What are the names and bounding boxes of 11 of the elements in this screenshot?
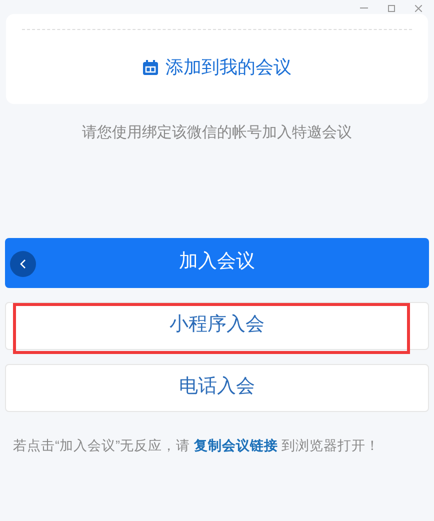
join-option-button[interactable]: 电话入会	[5, 364, 429, 412]
add-to-my-meetings-link[interactable]: 添加到我的会议	[142, 54, 292, 80]
chevron-left-icon	[20, 258, 26, 268]
hint-text: 请您使用绑定该微信的帐号加入特邀会议	[81, 123, 353, 143]
calendar-icon	[142, 60, 158, 74]
join-meeting-button[interactable]: 加入会议	[5, 238, 429, 288]
footer-text: 若点击“加入会议”无反应，请 复制会议链接 到浏览器打开！	[12, 436, 381, 454]
maximize-icon[interactable]	[388, 4, 395, 12]
close-icon[interactable]	[415, 4, 422, 12]
join-option-button[interactable]: 小程序入会	[5, 302, 429, 350]
copy-link[interactable]: 复制会议链接	[194, 438, 278, 452]
